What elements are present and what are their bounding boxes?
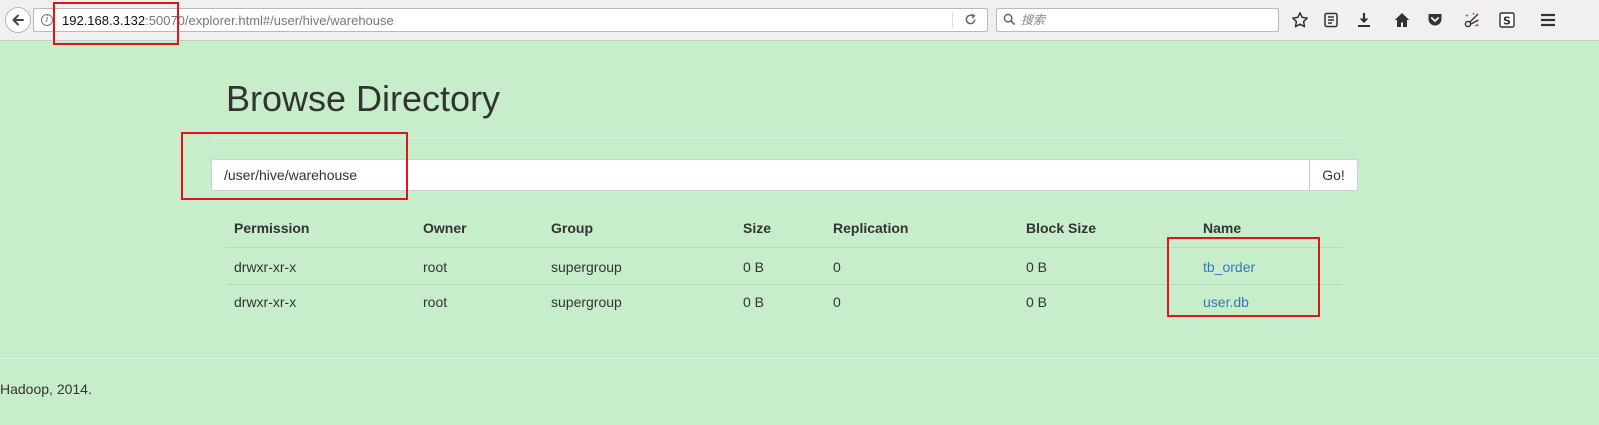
extension-s-icon[interactable]: S — [1496, 9, 1518, 31]
column-header-name[interactable]: Name — [1203, 220, 1241, 236]
cell-group: supergroup — [551, 294, 622, 310]
arrow-left-icon — [12, 14, 24, 26]
page-title: Browse Directory — [226, 78, 501, 119]
column-header-owner[interactable]: Owner — [423, 220, 467, 236]
cell-size: 0 B — [743, 259, 765, 275]
annotation-box-path — [181, 132, 408, 200]
download-icon[interactable] — [1353, 9, 1375, 31]
svg-text:S: S — [1503, 15, 1511, 28]
url-separator — [952, 12, 953, 28]
go-button[interactable]: Go! — [1309, 159, 1358, 191]
info-icon[interactable]: i — [41, 14, 53, 26]
home-icon[interactable] — [1391, 9, 1413, 31]
pocket-icon[interactable] — [1424, 9, 1446, 31]
cell-block-size: 0 B — [1026, 259, 1048, 275]
search-input[interactable] — [1021, 11, 1271, 29]
cell-group: supergroup — [551, 259, 622, 275]
cell-block-size: 0 B — [1026, 294, 1048, 310]
cell-permission: drwxr-xr-x — [234, 259, 297, 275]
search-bar[interactable] — [996, 8, 1279, 32]
footer-divider — [0, 358, 1599, 359]
search-icon — [1003, 13, 1016, 26]
cell-owner: root — [423, 259, 448, 275]
column-header-size[interactable]: Size — [743, 220, 771, 236]
column-header-block-size[interactable]: Block Size — [1026, 220, 1096, 236]
browser-toolbar: i 192.168.3.132:50070/explorer.html#/use… — [0, 0, 1599, 41]
column-header-replication[interactable]: Replication — [833, 220, 908, 236]
cell-permission: drwxr-xr-x — [234, 294, 297, 310]
cell-replication: 0 — [833, 294, 841, 310]
back-button[interactable] — [5, 7, 31, 33]
footer-text: Hadoop, 2014. — [0, 381, 92, 397]
reading-list-icon[interactable] — [1320, 9, 1342, 31]
bookmark-star-icon[interactable] — [1289, 9, 1311, 31]
cell-owner: root — [423, 294, 448, 310]
reload-icon[interactable] — [964, 13, 977, 30]
screenshot-extension-icon[interactable] — [1461, 9, 1483, 31]
cell-size: 0 B — [743, 294, 765, 310]
cell-replication: 0 — [833, 259, 841, 275]
column-header-permission[interactable]: Permission — [234, 220, 309, 236]
url-path: :50070/explorer.html#/user/hive/warehous… — [145, 13, 394, 28]
annotation-box-names — [1167, 237, 1320, 317]
annotation-box-host — [53, 2, 179, 45]
column-header-group[interactable]: Group — [551, 220, 593, 236]
menu-hamburger-icon[interactable] — [1537, 9, 1559, 31]
